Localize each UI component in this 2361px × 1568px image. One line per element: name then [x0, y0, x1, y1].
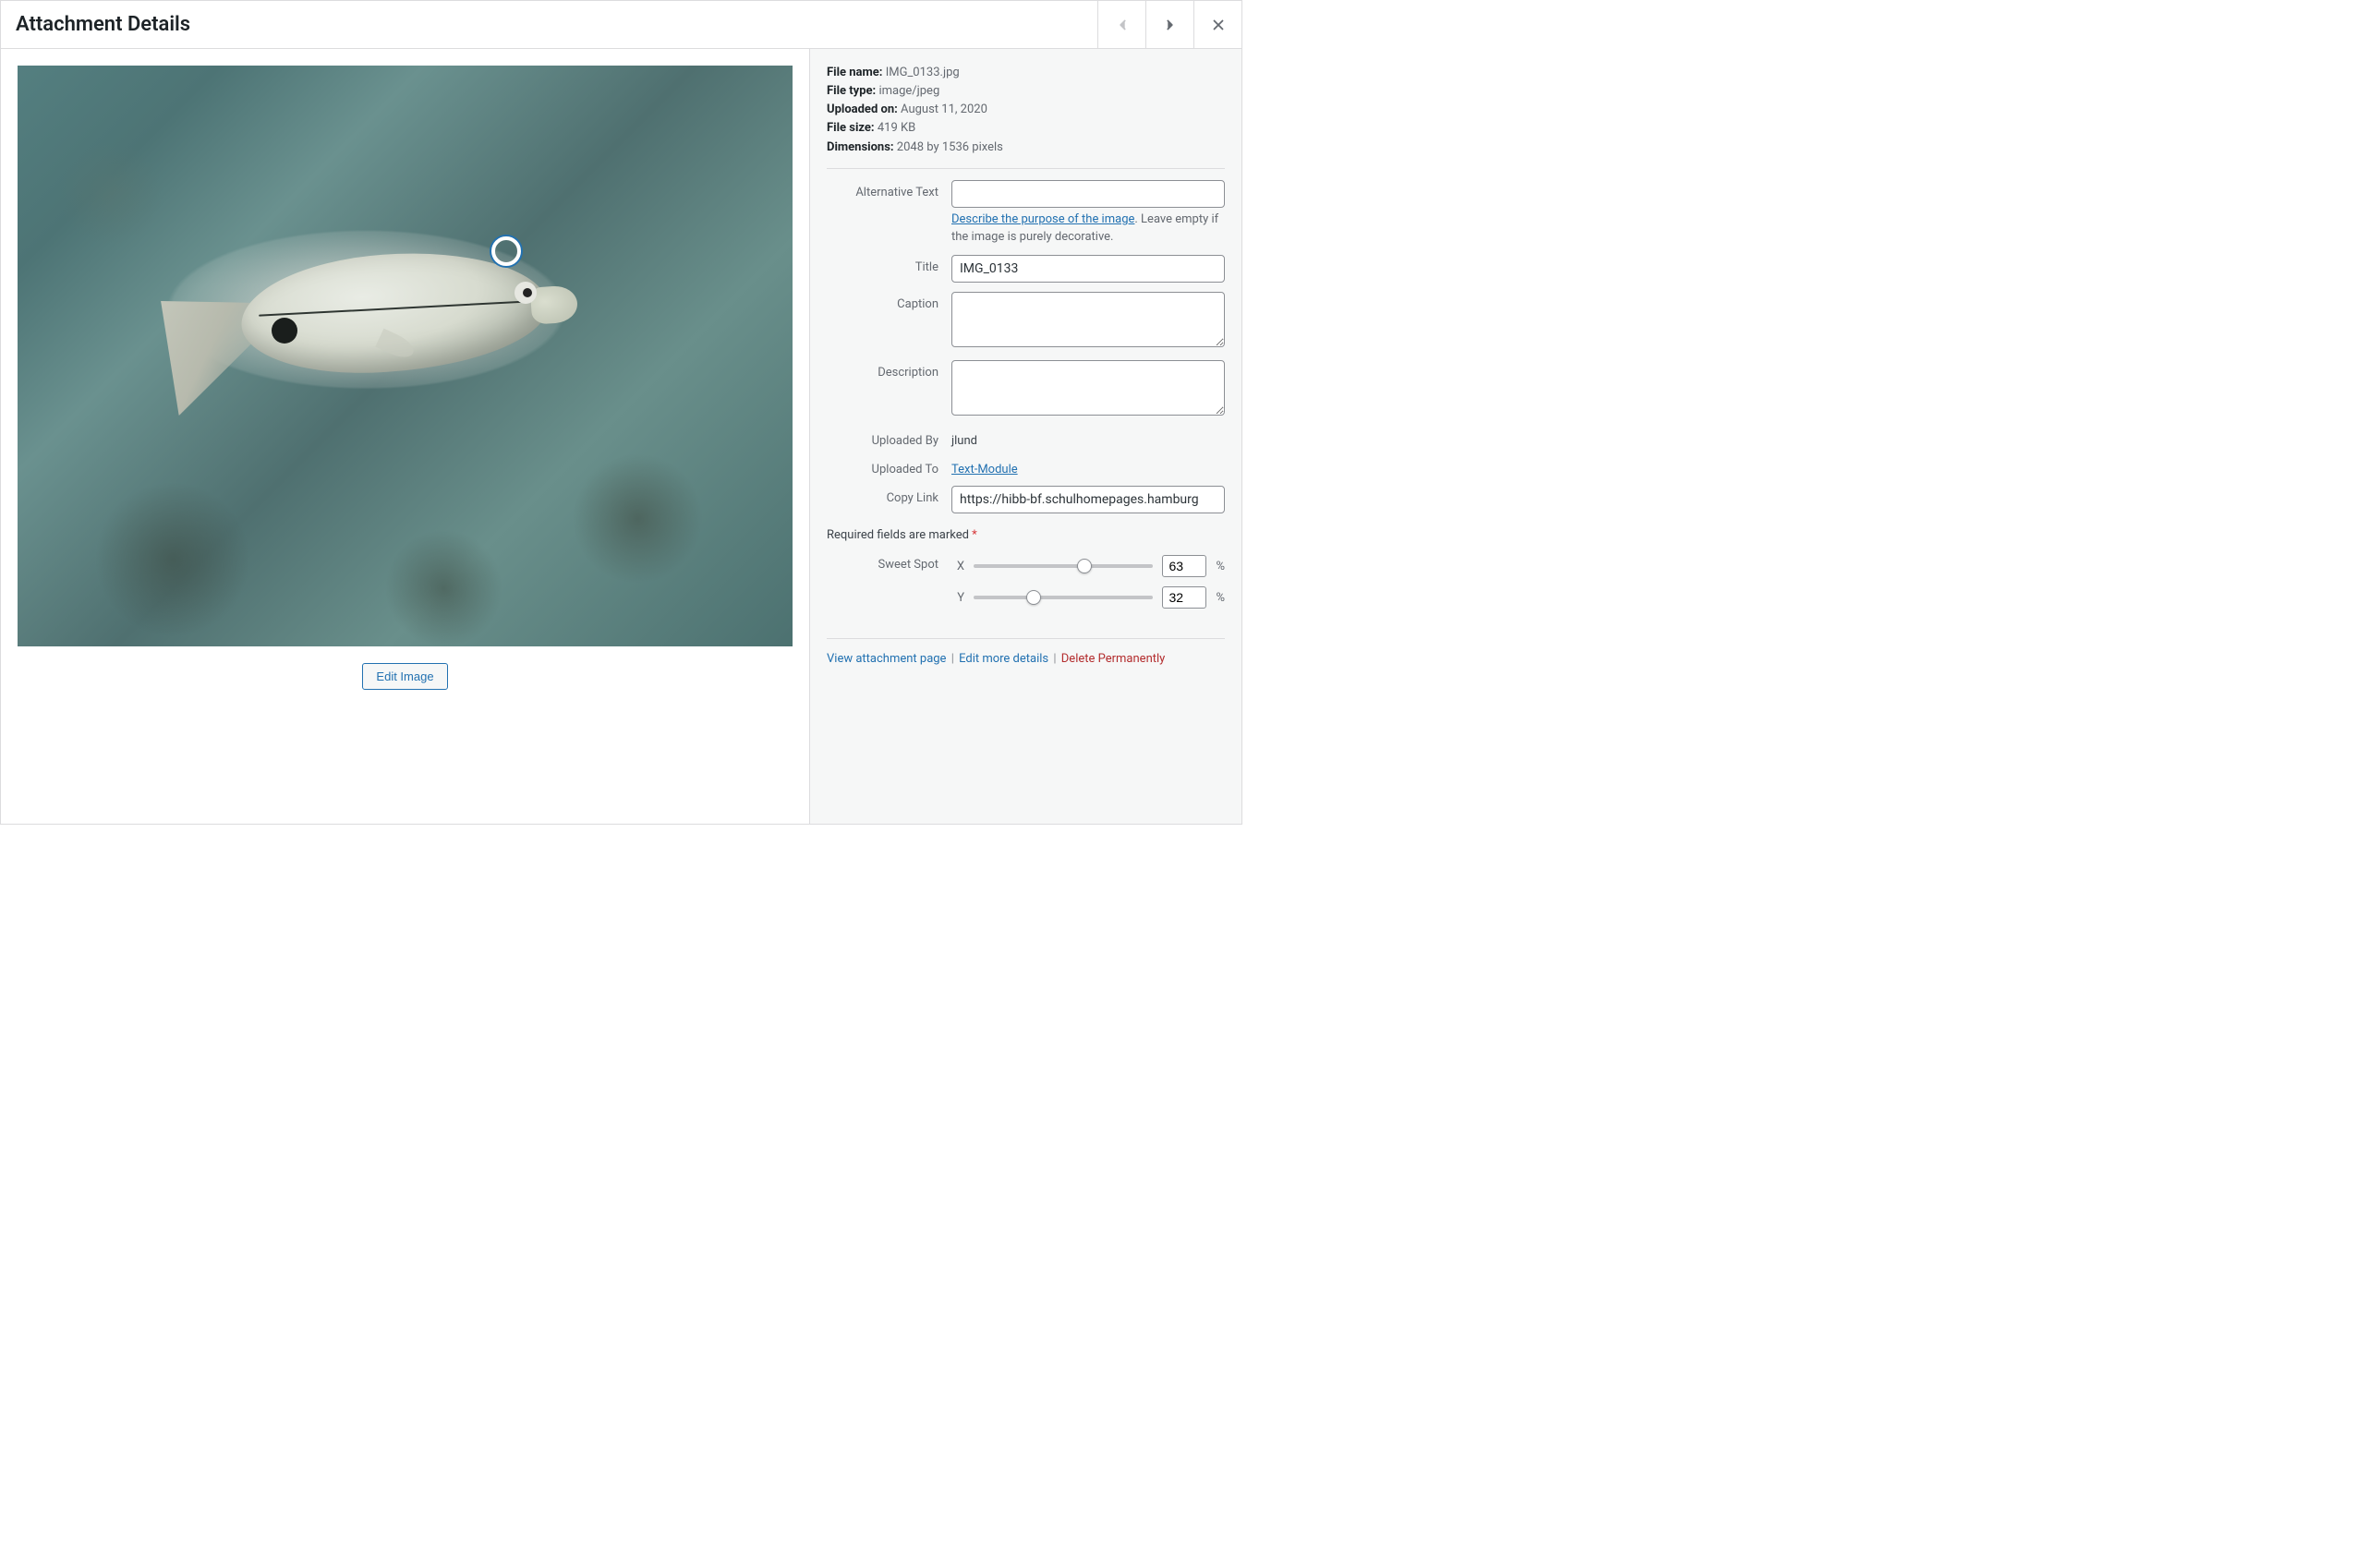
- modal-header: Attachment Details: [1, 1, 1241, 49]
- preview-wrap: [18, 66, 793, 646]
- uploaded-by-label: Uploaded By: [827, 428, 951, 448]
- title-input[interactable]: [951, 255, 1225, 283]
- modal-title: Attachment Details: [1, 13, 1097, 36]
- edit-more-details-link[interactable]: Edit more details: [959, 652, 1048, 666]
- settings-form: Alternative Text Describe the purpose of…: [827, 180, 1225, 667]
- copy-link-input[interactable]: [951, 486, 1225, 513]
- chevron-left-icon: [1114, 17, 1131, 33]
- details-pane: File name: IMG_0133.jpg File type: image…: [810, 49, 1241, 824]
- preview-pane: Edit Image: [1, 49, 810, 824]
- uploaded-on-value: August 11, 2020: [901, 103, 987, 116]
- sweet-spot-marker[interactable]: [491, 236, 521, 266]
- sweet-spot-y-input[interactable]: [1162, 586, 1206, 609]
- file-size-label: File size:: [827, 121, 875, 135]
- sep-2: |: [1048, 652, 1061, 666]
- sep-1: |: [946, 652, 959, 666]
- sweet-spot-x-input[interactable]: [1162, 555, 1206, 577]
- sweet-spot-x-label: X: [951, 560, 964, 573]
- alt-text-label: Alternative Text: [827, 180, 951, 247]
- prev-attachment-button[interactable]: [1097, 1, 1145, 49]
- required-note-text: Required fields are marked: [827, 528, 972, 542]
- file-type-label: File type:: [827, 84, 876, 98]
- sweet-spot-y-label: Y: [951, 591, 964, 605]
- description-input[interactable]: [951, 360, 1225, 416]
- close-modal-button[interactable]: [1193, 1, 1241, 49]
- attachment-image: [18, 66, 793, 646]
- modal-body: Edit Image File name: IMG_0133.jpg File …: [1, 49, 1241, 824]
- chevron-right-icon: [1162, 17, 1179, 33]
- title-label: Title: [827, 255, 951, 283]
- caption-input[interactable]: [951, 292, 1225, 347]
- sweet-spot-y-pct: %: [1216, 591, 1225, 605]
- attachment-details-modal: Attachment Details: [0, 0, 1242, 825]
- required-note: Required fields are marked *: [827, 528, 1225, 542]
- uploaded-to-link[interactable]: Text-Module: [951, 463, 1018, 476]
- delete-permanently-link[interactable]: Delete Permanently: [1061, 652, 1166, 666]
- next-attachment-button[interactable]: [1145, 1, 1193, 49]
- image-subject: [164, 246, 590, 408]
- uploaded-to-label: Uploaded To: [827, 457, 951, 476]
- caption-label: Caption: [827, 292, 951, 351]
- uploaded-by-value: jlund: [951, 428, 1225, 448]
- file-meta: File name: IMG_0133.jpg File type: image…: [827, 64, 1225, 169]
- copy-link-label: Copy Link: [827, 486, 951, 513]
- sweet-spot-x-slider[interactable]: [974, 564, 1153, 568]
- file-name-value: IMG_0133.jpg: [886, 66, 960, 79]
- close-icon: [1210, 17, 1227, 33]
- file-type-value: image/jpeg: [878, 84, 939, 98]
- required-star: *: [972, 528, 977, 542]
- sweet-spot-x-pct: %: [1216, 560, 1225, 573]
- attachment-actions: View attachment page | Edit more details…: [827, 638, 1225, 666]
- dimensions-value: 2048 by 1536 pixels: [897, 140, 1003, 154]
- uploaded-on-label: Uploaded on:: [827, 103, 898, 116]
- alt-text-help-link[interactable]: Describe the purpose of the image: [951, 212, 1134, 226]
- sweet-spot-label: Sweet Spot: [827, 555, 951, 572]
- view-attachment-page-link[interactable]: View attachment page: [827, 652, 946, 666]
- alt-text-input[interactable]: [951, 180, 1225, 208]
- file-name-label: File name:: [827, 66, 882, 79]
- edit-image-button[interactable]: Edit Image: [362, 663, 447, 690]
- dimensions-label: Dimensions:: [827, 140, 894, 154]
- sweet-spot-y-slider[interactable]: [974, 596, 1153, 599]
- alt-text-help: Describe the purpose of the image. Leave…: [951, 211, 1225, 247]
- description-label: Description: [827, 360, 951, 419]
- file-size-value: 419 KB: [878, 121, 915, 135]
